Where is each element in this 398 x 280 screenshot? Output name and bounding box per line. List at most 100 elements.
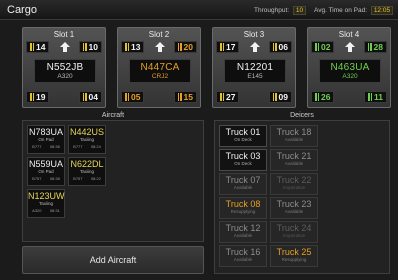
- truck-status: On Deck: [234, 137, 252, 142]
- aircraft-card[interactable]: N442US Taxiing B777 08:24: [68, 125, 106, 154]
- slot-counter-bottom-left: 27: [216, 91, 240, 103]
- aircraft-status: Taxiing: [79, 169, 94, 174]
- slot-counter-top-left: 13: [121, 41, 145, 53]
- aircraft-status: Taxiing: [38, 201, 53, 206]
- level-bars-icon: [30, 43, 34, 51]
- truck-status: Resupplying: [281, 257, 307, 262]
- aircraft-id: N559UA: [28, 159, 64, 169]
- truck-card[interactable]: Truck 08 Resupplying: [219, 197, 267, 219]
- truck-status: On Deck: [234, 161, 252, 166]
- avg-time-value: 12:05: [370, 6, 394, 15]
- aircraft-card[interactable]: N559UA On Pad B757 08:38: [27, 157, 65, 186]
- slot-aircraft-id: N12201: [236, 62, 274, 73]
- truck-card[interactable]: Truck 25 Resupplying: [270, 245, 318, 267]
- aircraft-section-label: Aircraft: [101, 112, 125, 119]
- truck-card[interactable]: Truck 21 Available: [270, 149, 318, 171]
- slot-aircraft-type: E145: [247, 73, 263, 80]
- truck-name: Truck 18: [276, 127, 312, 137]
- aircraft-status: On Pad: [38, 137, 54, 142]
- slot-counter-top-left: 14: [26, 41, 50, 53]
- truck-card[interactable]: Truck 12 Available: [219, 221, 267, 243]
- aircraft-card[interactable]: N123UW Taxiing A320 08:31: [27, 189, 65, 218]
- truck-name: Truck 08: [225, 199, 261, 209]
- truck-card[interactable]: Truck 23 Available: [270, 197, 318, 219]
- slot-counter-top-right: 06: [268, 41, 292, 53]
- slot-title: Slot 4: [338, 30, 360, 39]
- aircraft-meta: B757 08:22: [73, 176, 101, 181]
- throughput-label: Throughput:: [254, 7, 290, 14]
- truck-name: Truck 12: [225, 223, 261, 233]
- slot-aircraft[interactable]: N12201 E145: [224, 59, 286, 83]
- slot-1[interactable]: Slot 1 14 10 N552JB A320 19 04: [22, 27, 106, 108]
- throughput-value: 10: [292, 6, 307, 15]
- aircraft-meta: B757 08:38: [32, 176, 60, 181]
- truck-name: Truck 24: [276, 223, 312, 233]
- level-bars-icon: [220, 43, 224, 51]
- slot-aircraft-type: CRJ2: [151, 73, 169, 80]
- truck-status: Resupplying: [230, 209, 256, 214]
- level-bars-icon: [125, 93, 129, 101]
- slot-aircraft[interactable]: N463UA A320: [319, 59, 381, 83]
- truck-card[interactable]: Truck 16 Available: [219, 245, 267, 267]
- add-aircraft-button[interactable]: Add Aircraft: [22, 246, 204, 274]
- truck-name: Truck 16: [225, 247, 261, 257]
- slot-counter-bottom-right: 09: [268, 91, 292, 103]
- truck-name: Truck 01: [225, 127, 261, 137]
- slot-counter-top-right: 28: [363, 41, 387, 53]
- aircraft-meta: A320 08:31: [32, 208, 60, 213]
- slot-aircraft-type: A320: [57, 73, 73, 80]
- truck-card[interactable]: Truck 18 Available: [270, 125, 318, 147]
- slot-aircraft[interactable]: N447CA CRJ2: [129, 59, 191, 83]
- truck-name: Truck 25: [276, 247, 312, 257]
- slot-4[interactable]: Slot 4 02 28 N463UA A320 26 11: [307, 27, 391, 108]
- level-bars-icon: [367, 43, 372, 51]
- truck-status: Available: [233, 233, 253, 238]
- truck-status: Inoperative: [282, 185, 306, 190]
- slot-aircraft-type: A320: [342, 73, 358, 80]
- arrow-up-icon: [155, 42, 165, 52]
- slot-counter-top-left: 02: [311, 41, 335, 53]
- slot-counter-bottom-left: 19: [26, 91, 50, 103]
- slot-counter-bottom-right: 11: [364, 91, 387, 103]
- truck-name: Truck 23: [276, 199, 312, 209]
- truck-status: Available: [284, 137, 304, 142]
- truck-status: Available: [284, 209, 304, 214]
- level-bars-icon: [272, 43, 277, 51]
- avg-time-label: Avg. Time on Pad:: [314, 7, 367, 14]
- deicers-section-label: Deicers: [290, 112, 314, 119]
- aircraft-panel: N783UA On Pad B777 08:36 N442US Taxiing B…: [22, 120, 204, 242]
- slot-2[interactable]: Slot 2 13 20 N447CA CRJ2 05 15: [117, 27, 201, 108]
- slot-aircraft-id: N463UA: [330, 62, 370, 73]
- truck-status: Available: [233, 257, 253, 262]
- truck-name: Truck 22: [276, 175, 312, 185]
- slot-aircraft[interactable]: N552JB A320: [34, 59, 96, 83]
- slot-title: Slot 2: [148, 30, 170, 39]
- slot-counter-bottom-right: 15: [173, 91, 197, 103]
- aircraft-status: Taxiing: [79, 137, 94, 142]
- app-title: Cargo: [7, 4, 37, 16]
- slot-3[interactable]: Slot 3 17 06 N12201 E145 27 09: [212, 27, 296, 108]
- arrow-up-icon: [345, 42, 355, 52]
- slot-counter-top-right: 10: [78, 41, 102, 53]
- level-bars-icon: [315, 93, 319, 101]
- arrow-up-icon: [250, 42, 260, 52]
- level-bars-icon: [368, 93, 372, 101]
- truck-card[interactable]: Truck 03 On Deck: [219, 149, 267, 171]
- truck-card[interactable]: Truck 24 Inoperative: [270, 221, 318, 243]
- aircraft-id: N783UA: [28, 127, 64, 137]
- aircraft-card[interactable]: N783UA On Pad B777 08:36: [27, 125, 65, 154]
- throughput-metric: Throughput: 10: [254, 6, 307, 15]
- aircraft-status: On Pad: [38, 169, 54, 174]
- level-bars-icon: [125, 43, 129, 51]
- level-bars-icon: [315, 43, 319, 51]
- truck-name: Truck 21: [276, 151, 312, 161]
- slot-counter-top-left: 17: [216, 41, 240, 53]
- aircraft-card[interactable]: N622DL Taxiing B757 08:22: [68, 157, 106, 186]
- level-bars-icon: [82, 43, 87, 51]
- arrow-up-icon: [60, 42, 70, 52]
- truck-card[interactable]: Truck 07 Available: [219, 173, 267, 195]
- slot-counter-top-right: 20: [173, 41, 197, 53]
- level-bars-icon: [220, 93, 224, 101]
- truck-card[interactable]: Truck 01 On Deck: [219, 125, 267, 147]
- truck-card[interactable]: Truck 22 Inoperative: [270, 173, 318, 195]
